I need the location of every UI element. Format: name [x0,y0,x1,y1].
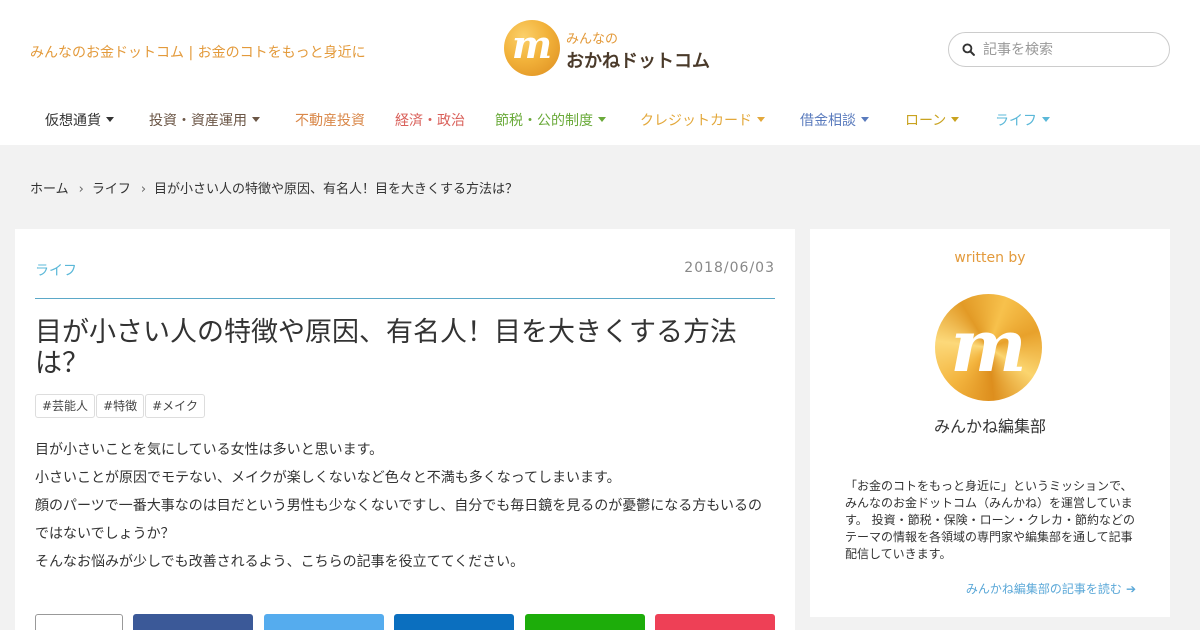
search-input[interactable] [983,40,1163,60]
paragraph: そんなお悩みが少しでも改善されるよう、こちらの記事を役立ててください。 [35,554,525,570]
article-intro: 目が小さいことを気にしている女性は多いと思います。 小さいことが原因でモテない、… [35,436,775,576]
breadcrumb-separator: › [140,182,147,197]
article-title: 目が小さい人の特徴や原因、有名人！目を大きくする方法は？ [35,317,737,379]
nav-item-label: クレジットカード [640,113,752,129]
logo-mark-letter: m [511,22,553,67]
article-category[interactable]: ライフ [35,260,77,280]
nav-item-label: 仮想通貨 [45,113,101,129]
author-description: 「お金のコトをもっと身近に」というミッションで、みんなのお金ドットコム（みんかね… [845,479,1136,561]
nav-item-label: 借金相談 [800,113,856,129]
share-count-button[interactable] [35,614,123,630]
search-icon[interactable] [962,43,975,56]
written-by-label: written by [954,250,1026,266]
nav-item-label: 経済・政治 [395,113,465,129]
divider [35,298,775,299]
caret-down-icon [951,116,960,122]
author-name[interactable]: みんかね編集部 [810,413,1170,437]
author-articles-link[interactable]: みんかね編集部の記事を読む ➔ [966,580,1136,597]
arrow-right-icon: ➔ [1125,582,1136,596]
caret-down-icon [598,116,606,122]
tag[interactable]: #特徴 [96,394,145,418]
site-header: みんなのお金ドットコム | お金のコトをもっと身近に m みんなの おかねドット… [0,0,1200,145]
site-logo[interactable]: m みんなの おかねドットコム [504,20,710,78]
nav-item-crypto[interactable]: 仮想通貨 [45,110,114,130]
caret-down-icon [252,116,260,122]
caret-down-icon [1042,116,1050,122]
avatar[interactable]: m [935,294,1042,401]
nav-item-label: 投資・資産運用 [149,113,247,129]
paragraph: 目が小さいことを気にしている女性は多いと思います。 [35,442,384,458]
main-nav: 仮想通貨 投資・資産運用 不動産投資 経済・政治 節税・公的制度 クレジットカー… [0,100,1200,140]
paragraph: 小さいことが原因でモテない、メイクが楽しくないなど色々と不満も多くなってしまいま… [35,470,621,486]
breadcrumb-home[interactable]: ホーム [30,182,69,197]
facebook-share-button[interactable] [133,614,253,630]
nav-item-real-estate[interactable]: 不動産投資 [295,110,365,130]
tag-list: #芸能人 #特徴 #メイク [35,394,206,418]
logo-big-text: おかねドットコム [566,51,710,72]
nav-item-life[interactable]: ライフ [995,110,1050,130]
site-tagline[interactable]: みんなのお金ドットコム | お金のコトをもっと身近に [30,42,366,62]
caret-down-icon [106,116,114,122]
author-articles-link-label: みんかね編集部の記事を読む [965,582,1122,596]
breadcrumb-current: 目が小さい人の特徴や原因、有名人！目を大きくする方法は？ [154,182,519,197]
author-card: written by m みんかね編集部 「お金のコトをもっと身近に」というミッ… [810,229,1170,617]
nav-item-tax[interactable]: 節税・公的制度 [495,110,606,130]
nav-item-label: 不動産投資 [295,113,365,129]
nav-item-investment[interactable]: 投資・資産運用 [149,110,260,130]
caret-down-icon [861,116,869,122]
search-box[interactable] [948,32,1170,67]
twitter-share-button[interactable] [264,614,384,630]
paragraph: 顔のパーツで一番大事なのは目だという男性も少なくないですし、自分でも毎日鏡を見る… [35,498,763,542]
tag[interactable]: #芸能人 [35,394,96,418]
nav-item-label: ローン [905,113,947,129]
caret-down-icon [757,116,765,122]
logo-small-text: みんなの [566,32,619,47]
nav-item-credit-card[interactable]: クレジットカード [640,110,765,130]
logo-mark-icon: m [504,20,560,76]
tag[interactable]: #メイク [145,394,205,418]
avatar-mark-letter: m [950,303,1027,388]
breadcrumb-separator: › [78,182,84,197]
share-bar [35,614,775,630]
nav-item-label: 節税・公的制度 [495,113,593,129]
hatena-share-button[interactable] [394,614,514,630]
nav-item-label: ライフ [995,113,1037,129]
article-card: ライフ 2018/06/03 目が小さい人の特徴や原因、有名人！目を大きくする方… [15,229,795,630]
nav-item-loan[interactable]: ローン [905,110,960,130]
nav-item-economy[interactable]: 経済・政治 [395,110,465,130]
nav-item-debt[interactable]: 借金相談 [800,110,869,130]
article-date: 2018/06/03 [684,260,775,276]
line-share-button[interactable] [525,614,645,630]
breadcrumb-category[interactable]: ライフ [92,182,131,197]
pocket-share-button[interactable] [655,614,775,630]
breadcrumb: ホーム › ライフ › 目が小さい人の特徴や原因、有名人！目を大きくする方法は？ [30,178,518,197]
